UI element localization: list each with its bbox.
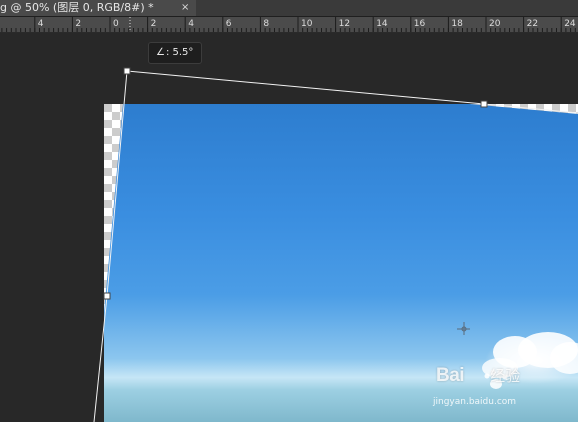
baidu-watermark: Bai 经验 <box>436 365 520 387</box>
square-handle-icon[interactable] <box>123 67 131 75</box>
watermark-url: jingyan.baidu.com <box>433 397 517 407</box>
rotation-angle-value: : 5.5° <box>165 47 194 58</box>
square-handle-icon[interactable] <box>480 100 488 108</box>
angle-icon: ∠ <box>156 47 165 58</box>
watermark-brand-suffix: 经验 <box>490 367 521 385</box>
square-handle-icon[interactable] <box>103 292 111 300</box>
rotation-angle-tooltip: ∠: 5.5° <box>148 42 203 64</box>
document-canvas[interactable] <box>0 0 578 422</box>
watermark-brand: Bai <box>436 365 465 386</box>
